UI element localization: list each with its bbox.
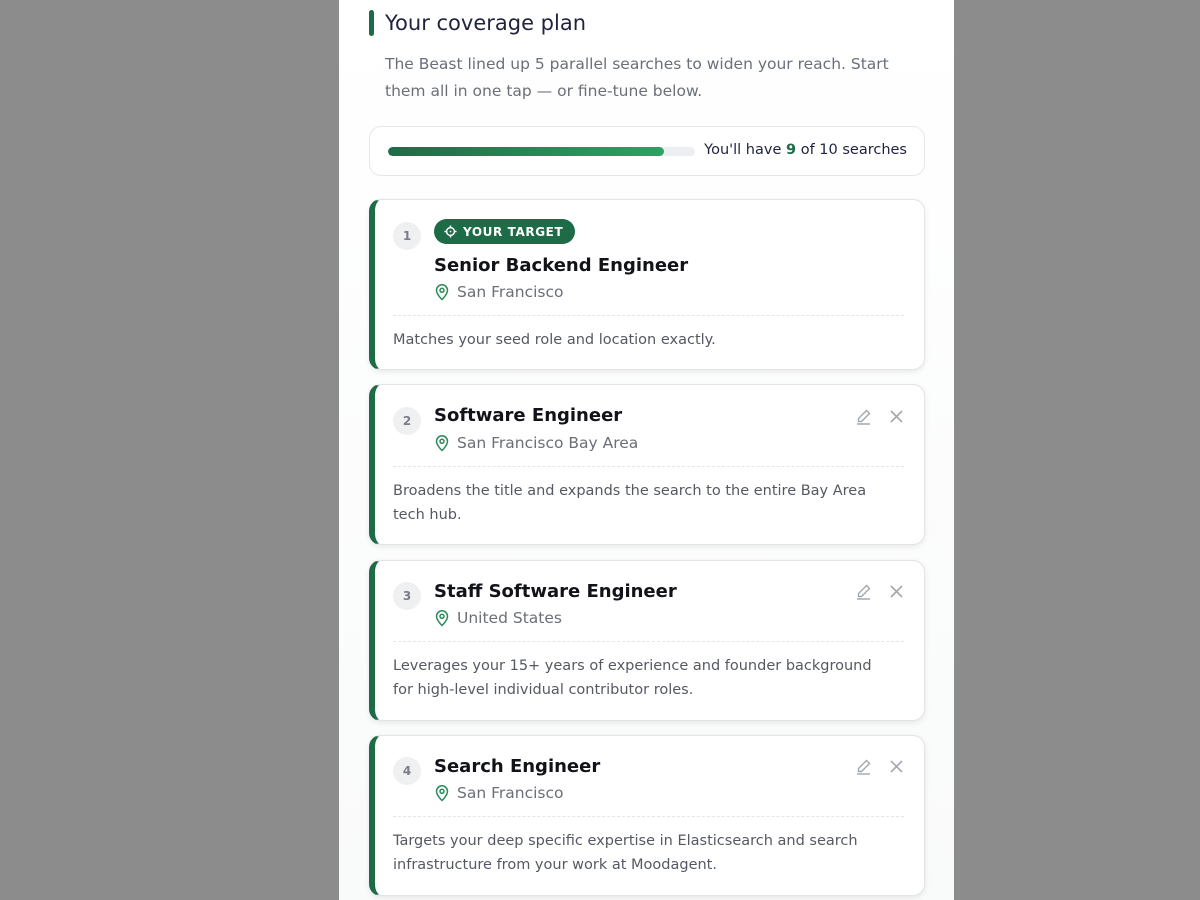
plan-header: Your coverage plan (369, 10, 586, 36)
card-actions (854, 757, 906, 776)
card-location-text: San Francisco Bay Area (457, 434, 639, 452)
card-location: San Francisco (434, 283, 563, 301)
target-badge-label: YOUR TARGET (463, 224, 564, 239)
card-divider (393, 315, 904, 316)
card-number: 2 (393, 407, 421, 435)
plan-subtitle: The Beast lined up 5 parallel searches t… (385, 55, 889, 100)
usage-summary: You'll have 9 of 10 searches (704, 142, 907, 158)
usage-prefix: You'll have (704, 142, 782, 158)
pencil-icon (854, 582, 873, 601)
card-location: San Francisco (434, 784, 563, 802)
page-title: Your coverage plan (385, 11, 587, 35)
title-accent-bar (369, 10, 374, 36)
card-divider (393, 816, 904, 817)
pencil-icon (854, 757, 873, 776)
card-title: Senior Backend Engineer (434, 255, 689, 276)
remove-button[interactable] (887, 407, 906, 426)
card-location-text: San Francisco (457, 784, 564, 802)
card-description: Targets your deep specific expertise in … (393, 833, 858, 873)
usage-progress-track (388, 147, 695, 156)
search-card: 3 Staff Software Engineer United States … (369, 560, 925, 721)
map-pin-icon (434, 784, 450, 802)
card-number: 3 (393, 582, 421, 610)
card-title: Software Engineer (434, 405, 623, 426)
card-actions (854, 582, 906, 601)
card-location: San Francisco Bay Area (434, 434, 638, 452)
card-title: Search Engineer (434, 756, 601, 777)
edit-button[interactable] (854, 407, 873, 426)
coverage-plan-panel: Your coverage plan The Beast lined up 5 … (339, 0, 954, 900)
card-description: Broadens the title and expands the searc… (393, 483, 867, 523)
search-usage-meter: You'll have 9 of 10 searches (369, 126, 925, 176)
close-icon (887, 407, 906, 426)
usage-progress-fill (388, 147, 665, 156)
card-actions (854, 407, 906, 426)
card-location-text: San Francisco (457, 283, 564, 301)
card-title: Staff Software Engineer (434, 581, 677, 602)
map-pin-icon (434, 434, 450, 452)
target-badge: YOUR TARGET (434, 219, 576, 244)
close-icon (887, 582, 906, 601)
remove-button[interactable] (887, 757, 906, 776)
search-card: 2 Software Engineer San Francisco Bay Ar… (369, 384, 925, 545)
usage-suffix: of 10 searches (800, 142, 907, 158)
map-pin-icon (434, 609, 450, 627)
card-location: United States (434, 609, 562, 627)
remove-button[interactable] (887, 582, 906, 601)
search-card-target: 1 YOUR TARGET Senior Backend Engineer Sa… (369, 199, 925, 370)
close-icon (887, 757, 906, 776)
edit-button[interactable] (854, 757, 873, 776)
pencil-icon (854, 407, 873, 426)
card-divider (393, 466, 904, 467)
search-card: 4 Search Engineer San Francisco Targets … (369, 735, 925, 896)
card-location-text: United States (457, 609, 562, 627)
usage-count: 9 (786, 142, 797, 158)
card-description: Matches your seed role and location exac… (393, 332, 716, 348)
map-pin-icon (434, 283, 450, 301)
edit-button[interactable] (854, 582, 873, 601)
card-description: Leverages your 15+ years of experience a… (393, 658, 872, 698)
card-number: 1 (393, 222, 421, 250)
card-number: 4 (393, 757, 421, 785)
crosshair-icon (444, 225, 457, 238)
card-divider (393, 641, 904, 642)
